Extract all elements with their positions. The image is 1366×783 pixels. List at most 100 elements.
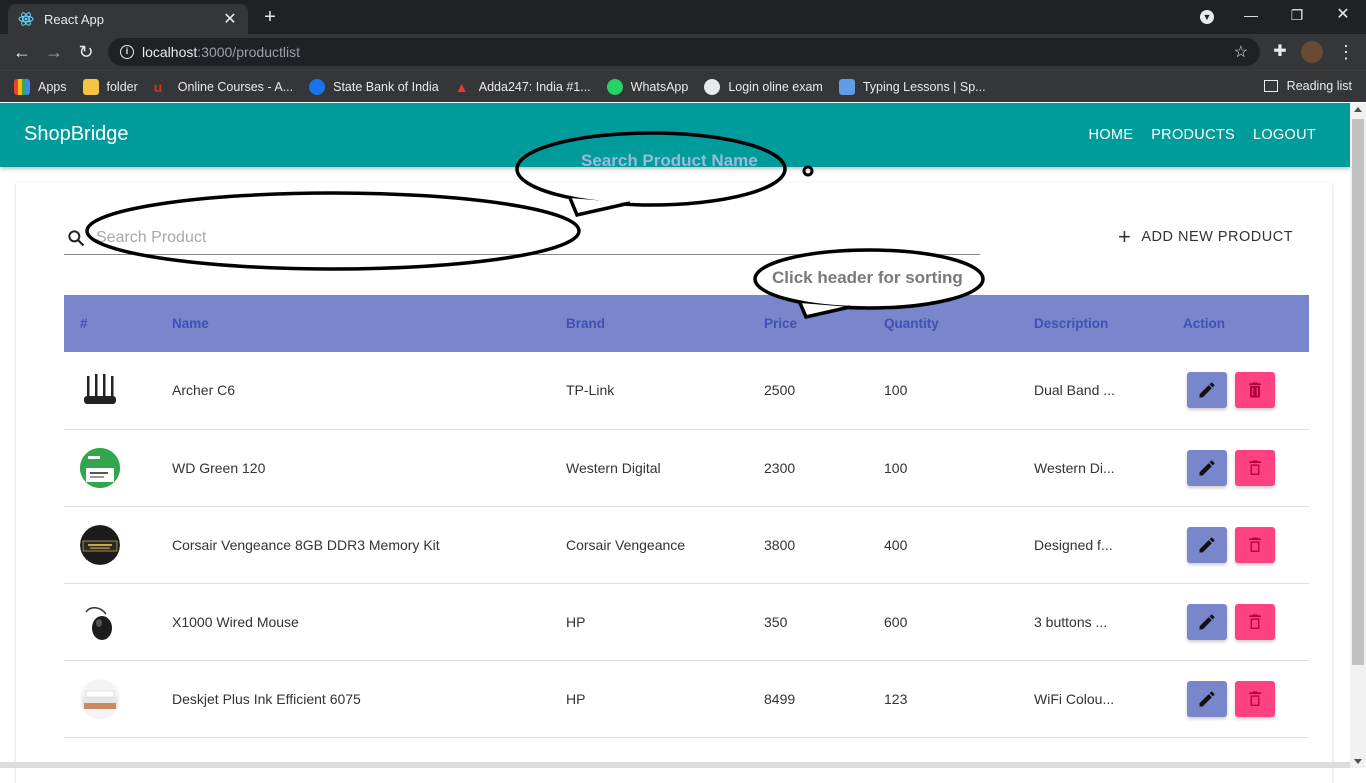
plus-icon: + bbox=[1118, 224, 1132, 249]
delete-button[interactable] bbox=[1235, 449, 1275, 486]
new-tab-button[interactable]: + bbox=[258, 6, 282, 28]
search-input[interactable] bbox=[96, 229, 956, 247]
ram-icon bbox=[80, 524, 120, 565]
restore-button[interactable]: ❐ bbox=[1274, 0, 1320, 32]
product-brand: Western Digital bbox=[566, 459, 661, 476]
page-scrollbar[interactable] bbox=[1350, 103, 1366, 768]
bookmark-adda247[interactable]: ▲ Adda247: India #1... bbox=[455, 79, 591, 95]
trash-icon bbox=[1249, 614, 1261, 629]
product-name: Corsair Vengeance 8GB DDR3 Memory Kit bbox=[172, 536, 440, 553]
edit-button[interactable] bbox=[1187, 449, 1227, 486]
whatsapp-icon bbox=[606, 78, 623, 95]
bookmark-typing-lessons[interactable]: Typing Lessons | Sp... bbox=[838, 78, 986, 95]
profile-dropdown-icon[interactable]: ▼ bbox=[1184, 0, 1230, 32]
back-icon[interactable]: ← bbox=[10, 40, 34, 64]
product-price: 8499 bbox=[764, 690, 796, 707]
search-icon bbox=[68, 230, 85, 247]
column-header-quantity[interactable]: Quantity bbox=[884, 295, 1034, 352]
product-name: WD Green 120 bbox=[172, 459, 266, 476]
edit-button[interactable] bbox=[1187, 372, 1227, 409]
browser-menu-icon[interactable]: ⋮ bbox=[1334, 40, 1358, 64]
browser-tab[interactable]: React App ✕ bbox=[8, 4, 248, 34]
address-toolbar: ← → ↻ i localhost:3000/productlist ☆ ✚ ⋮ bbox=[0, 34, 1366, 70]
column-header-price[interactable]: Price bbox=[764, 295, 884, 352]
search-hint-text: Search Product Name bbox=[581, 151, 758, 170]
nav-logout[interactable]: LOGOUT bbox=[1253, 127, 1316, 143]
product-description: Dual Band ... bbox=[1034, 382, 1115, 399]
adda-icon: ▲ bbox=[454, 78, 469, 95]
url-bar[interactable]: i localhost:3000/productlist ☆ bbox=[108, 38, 1260, 66]
router-icon bbox=[80, 370, 120, 410]
product-brand: TP-Link bbox=[566, 382, 615, 399]
edit-button[interactable] bbox=[1187, 680, 1227, 717]
bookmark-folder[interactable]: folder bbox=[82, 78, 138, 95]
bookmark-login-exam[interactable]: Login oline exam bbox=[704, 78, 823, 95]
pencil-icon bbox=[1199, 459, 1215, 475]
add-new-product-button[interactable]: + ADD NEW PRODUCT bbox=[1118, 224, 1293, 249]
sort-hint-text: Click header for sorting bbox=[772, 268, 963, 287]
edit-button[interactable] bbox=[1187, 526, 1227, 563]
trash-icon bbox=[1249, 537, 1261, 552]
nav-products[interactable]: PRODUCTS bbox=[1151, 127, 1235, 143]
minimize-button[interactable]: — bbox=[1228, 0, 1274, 32]
product-quantity: 400 bbox=[884, 536, 908, 553]
product-description: Designed f... bbox=[1034, 536, 1113, 553]
scroll-down-icon[interactable] bbox=[1354, 759, 1362, 764]
close-window-button[interactable]: ✕ bbox=[1320, 0, 1366, 32]
product-quantity: 100 bbox=[884, 382, 908, 399]
product-name: Deskjet Plus Ink Efficient 6075 bbox=[172, 690, 361, 707]
edit-button[interactable] bbox=[1187, 603, 1227, 640]
column-header-description[interactable]: Description bbox=[1034, 295, 1183, 352]
bookmark-star-icon[interactable]: ☆ bbox=[1234, 42, 1248, 62]
scroll-up-icon[interactable] bbox=[1354, 107, 1362, 112]
product-brand: HP bbox=[566, 613, 586, 630]
reading-list-icon bbox=[1263, 80, 1278, 92]
pencil-icon bbox=[1199, 536, 1215, 552]
delete-button[interactable] bbox=[1235, 526, 1275, 563]
product-description: 3 buttons ... bbox=[1034, 613, 1108, 630]
url-host: localhost bbox=[142, 44, 198, 60]
forward-icon[interactable]: → bbox=[42, 40, 66, 64]
column-header-index[interactable]: # bbox=[64, 295, 172, 352]
react-logo-icon bbox=[18, 11, 34, 27]
bookmark-apps[interactable]: Apps bbox=[14, 78, 67, 95]
extensions-icon[interactable]: ✚ bbox=[1268, 40, 1292, 64]
horizontal-scrollbar[interactable] bbox=[0, 762, 1350, 768]
site-info-icon[interactable]: i bbox=[120, 45, 134, 59]
trash-icon bbox=[1249, 460, 1261, 475]
browser-tab-strip: React App ✕ + ▼ — ❐ ✕ bbox=[0, 0, 1366, 34]
product-price: 3800 bbox=[764, 536, 796, 553]
row-actions bbox=[1183, 506, 1309, 583]
row-actions bbox=[1183, 352, 1309, 429]
bookmarks-bar: Apps folder u Online Courses - A... State… bbox=[0, 70, 1366, 102]
globe-icon bbox=[704, 78, 721, 95]
main-nav: HOME PRODUCTS LOGOUT bbox=[1089, 127, 1317, 143]
delete-button[interactable] bbox=[1235, 372, 1275, 409]
column-header-brand[interactable]: Brand bbox=[566, 295, 764, 352]
brand-title[interactable]: ShopBridge bbox=[24, 123, 129, 146]
product-name: X1000 Wired Mouse bbox=[172, 613, 299, 630]
bookmark-online-courses[interactable]: u Online Courses - A... bbox=[154, 79, 293, 95]
scroll-thumb[interactable] bbox=[1352, 119, 1364, 665]
bookmark-sbi[interactable]: State Bank of India bbox=[309, 78, 439, 95]
bookmark-whatsapp[interactable]: WhatsApp bbox=[606, 78, 688, 95]
nav-home[interactable]: HOME bbox=[1089, 127, 1134, 143]
table-row: Corsair Vengeance 8GB DDR3 Memory Kit Co… bbox=[64, 506, 1309, 583]
pencil-icon bbox=[1199, 690, 1215, 706]
apps-grid-icon bbox=[14, 78, 30, 95]
delete-button[interactable] bbox=[1235, 680, 1275, 717]
close-tab-icon[interactable]: ✕ bbox=[222, 9, 238, 29]
delete-button[interactable] bbox=[1235, 603, 1275, 640]
pencil-icon bbox=[1199, 382, 1215, 398]
product-price: 2500 bbox=[764, 382, 796, 399]
product-price: 350 bbox=[764, 613, 788, 630]
avatar[interactable] bbox=[1300, 40, 1324, 64]
typing-icon bbox=[838, 78, 855, 95]
reload-icon[interactable]: ↻ bbox=[74, 40, 98, 64]
product-table: # Name Brand Price Quantity Description … bbox=[64, 295, 1309, 738]
reading-list-button[interactable]: Reading list bbox=[1263, 79, 1352, 93]
product-name: Archer C6 bbox=[172, 382, 236, 399]
ssd-icon bbox=[80, 447, 120, 488]
row-actions bbox=[1183, 429, 1309, 506]
column-header-name[interactable]: Name bbox=[172, 295, 566, 352]
